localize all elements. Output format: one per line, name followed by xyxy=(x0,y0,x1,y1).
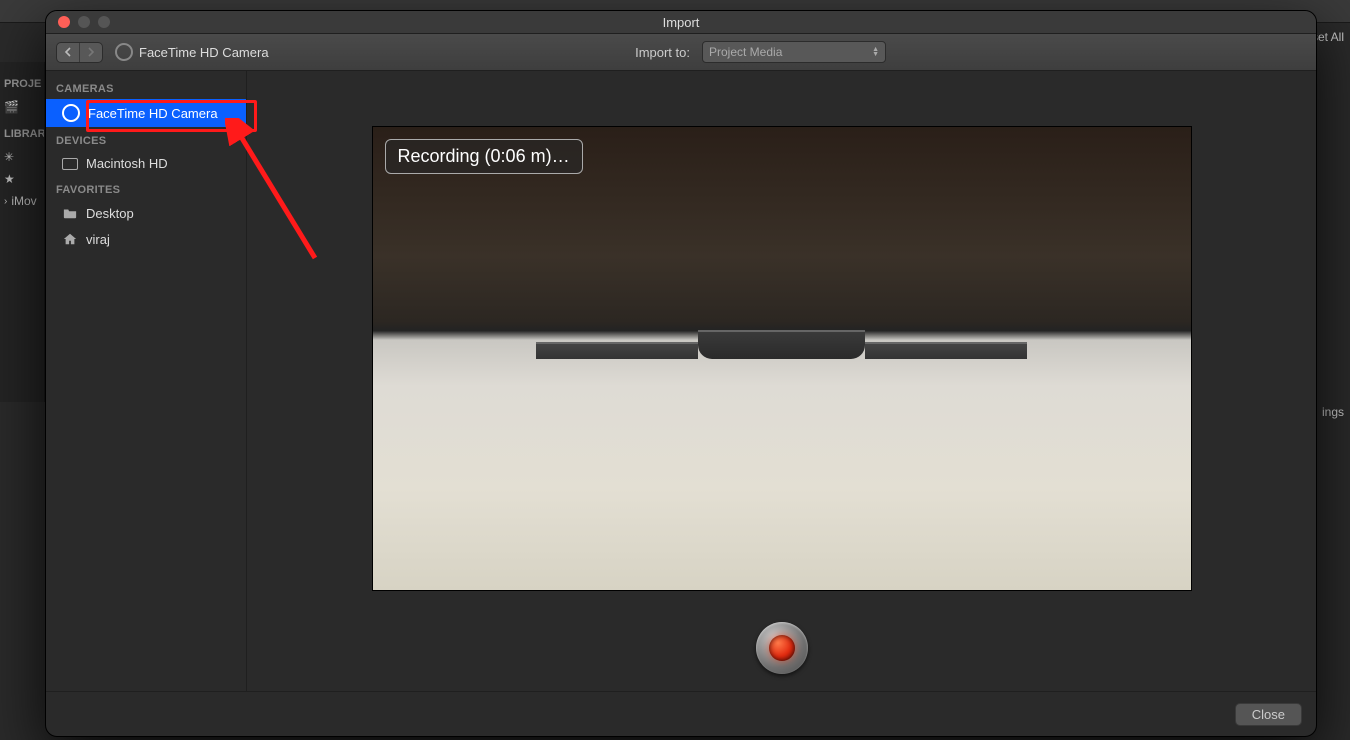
record-icon xyxy=(769,635,795,661)
record-button[interactable] xyxy=(756,622,808,674)
bg-sidebar-section-library: LIBRAR xyxy=(0,122,44,146)
sidebar-item-facetime-camera[interactable]: FaceTime HD Camera xyxy=(46,99,246,127)
home-icon xyxy=(62,231,78,247)
sidebar-section-cameras: CAMERAS xyxy=(46,75,246,99)
harddrive-icon xyxy=(62,158,78,170)
window-close-button[interactable] xyxy=(58,16,70,28)
import-to-label: Import to: xyxy=(635,45,690,60)
import-to-value: Project Media xyxy=(709,45,782,59)
folder-icon xyxy=(62,205,78,221)
nav-forward-button[interactable] xyxy=(79,43,102,62)
location-path-label: FaceTime HD Camera xyxy=(139,45,269,60)
camera-icon xyxy=(62,104,80,122)
sidebar-item-label: Macintosh HD xyxy=(86,156,168,171)
import-toolbar: FaceTime HD Camera Import to: Project Me… xyxy=(46,34,1316,71)
preview-content xyxy=(536,332,1027,360)
import-footer: Close xyxy=(46,691,1316,736)
bg-sidebar-item-imovie: › iMov xyxy=(0,190,44,212)
import-to-select[interactable]: Project Media ▲▼ xyxy=(702,41,886,63)
import-sidebar: CAMERAS FaceTime HD Camera DEVICES Macin… xyxy=(46,71,247,691)
window-zoom-button[interactable] xyxy=(98,16,110,28)
close-button[interactable]: Close xyxy=(1235,703,1302,726)
nav-buttons xyxy=(56,42,103,63)
import-body: CAMERAS FaceTime HD Camera DEVICES Macin… xyxy=(46,71,1316,691)
bg-sidebar-item-projects-icon: 🎬 xyxy=(0,96,44,118)
chevron-left-icon xyxy=(64,47,72,57)
camera-preview: Recording (0:06 m)… xyxy=(373,127,1191,590)
recording-status-badge: Recording (0:06 m)… xyxy=(385,139,583,174)
nav-back-button[interactable] xyxy=(57,43,79,62)
chevron-right-icon xyxy=(87,47,95,57)
location-path[interactable]: FaceTime HD Camera xyxy=(115,43,269,61)
bg-sidebar-item-effects-icon: ✳︎ xyxy=(0,146,44,168)
import-preview-area: Recording (0:06 m)… xyxy=(247,71,1316,691)
recording-status-label: Recording (0:06 m)… xyxy=(398,146,570,166)
sidebar-item-home[interactable]: viraj xyxy=(46,226,246,252)
sidebar-section-favorites: FAVORITES xyxy=(46,176,246,200)
bg-sidebar-item-imovie-label: iMov xyxy=(11,194,36,208)
sidebar-item-label: viraj xyxy=(86,232,110,247)
select-stepper-icon: ▲▼ xyxy=(872,47,879,57)
bg-sidebar-section-projects: PROJE xyxy=(0,72,44,96)
sidebar-section-devices: DEVICES xyxy=(46,127,246,151)
sidebar-item-desktop[interactable]: Desktop xyxy=(46,200,246,226)
camera-icon xyxy=(115,43,133,61)
background-sidebar: PROJE 🎬 LIBRAR ✳︎ ★ › iMov xyxy=(0,62,45,402)
import-title: Import xyxy=(46,15,1316,30)
sidebar-item-macintosh-hd[interactable]: Macintosh HD xyxy=(46,151,246,176)
sidebar-item-label: FaceTime HD Camera xyxy=(88,106,218,121)
bg-sidebar-item-favorites-icon: ★ xyxy=(0,168,44,190)
sidebar-item-label: Desktop xyxy=(86,206,134,221)
close-button-label: Close xyxy=(1252,707,1285,722)
window-minimize-button[interactable] xyxy=(78,16,90,28)
import-window: Import FaceTime HD Camera Import to: Pro… xyxy=(45,10,1317,737)
window-controls xyxy=(46,16,110,28)
import-titlebar[interactable]: Import xyxy=(46,11,1316,34)
